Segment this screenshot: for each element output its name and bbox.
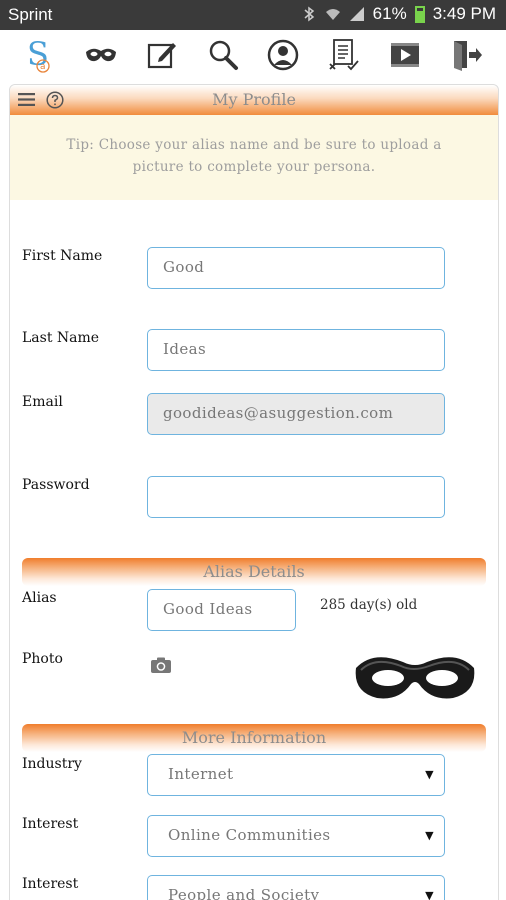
chevron-down-icon: ▼: [425, 889, 434, 900]
interest-select-2[interactable]: People and Society ▼: [147, 875, 445, 900]
industry-select[interactable]: Internet ▼: [147, 754, 445, 796]
signal-icon: [349, 7, 364, 21]
first-name-field[interactable]: Good: [147, 247, 445, 289]
carrier-name: Sprint: [8, 5, 53, 24]
logo-letter-a: a: [40, 62, 46, 72]
email-field[interactable]: goodideas@asuggestion.com: [147, 393, 445, 435]
wifi-icon: [325, 9, 340, 20]
mask-icon[interactable]: [83, 35, 119, 75]
last-name-label: Last Name: [22, 330, 100, 346]
alias-details-title: Alias Details: [203, 562, 305, 581]
first-name-label: First Name: [22, 248, 103, 264]
clock: 3:49 PM: [432, 4, 496, 23]
interest-select-1-value: Online Communities: [168, 826, 331, 844]
battery-icon: [414, 5, 425, 23]
top-nav: S a: [0, 30, 506, 80]
interest-label-1: Interest: [22, 816, 79, 832]
last-name-field[interactable]: Ideas: [147, 329, 445, 371]
interest-select-2-value: People and Society: [168, 886, 320, 900]
logo-letter-s: S: [27, 35, 49, 73]
profile-icon[interactable]: [265, 35, 301, 75]
logout-icon[interactable]: [448, 35, 484, 75]
chevron-down-icon: ▼: [425, 768, 434, 781]
alias-age-text: 285 day(s) old: [320, 597, 418, 613]
password-field[interactable]: [147, 476, 445, 518]
status-icons: 61% 3:49 PM: [301, 4, 496, 24]
interest-label-2: Interest: [22, 876, 79, 892]
more-information-title: More Information: [181, 728, 327, 747]
status-bar: Sprint 61% 3:49 PM: [0, 0, 506, 30]
profile-header: My Profile: [10, 85, 498, 115]
photo-label: Photo: [22, 651, 63, 667]
alias-label: Alias: [22, 590, 57, 606]
password-label: Password: [22, 477, 90, 493]
video-icon[interactable]: [387, 35, 423, 75]
alias-field[interactable]: Good Ideas: [147, 589, 296, 631]
more-information-header: More Information: [22, 724, 486, 752]
alias-details-header: Alias Details: [22, 558, 486, 586]
camera-icon[interactable]: [150, 656, 172, 674]
logo-icon[interactable]: S a: [22, 35, 58, 75]
alias-photo-mask-image: [355, 657, 475, 699]
page-title: My Profile: [212, 90, 296, 109]
search-icon[interactable]: [205, 35, 241, 75]
battery-percent: 61%: [372, 4, 407, 23]
tip-message: Tip: Choose your alias name and be sure …: [10, 115, 498, 200]
industry-select-value: Internet: [168, 765, 234, 783]
chevron-down-icon: ▼: [425, 829, 434, 842]
checklist-icon[interactable]: [326, 35, 362, 75]
edit-icon[interactable]: [144, 35, 180, 75]
bluetooth-icon: [304, 6, 314, 22]
interest-select-1[interactable]: Online Communities ▼: [147, 815, 445, 857]
email-label: Email: [22, 394, 63, 410]
industry-label: Industry: [22, 756, 82, 772]
